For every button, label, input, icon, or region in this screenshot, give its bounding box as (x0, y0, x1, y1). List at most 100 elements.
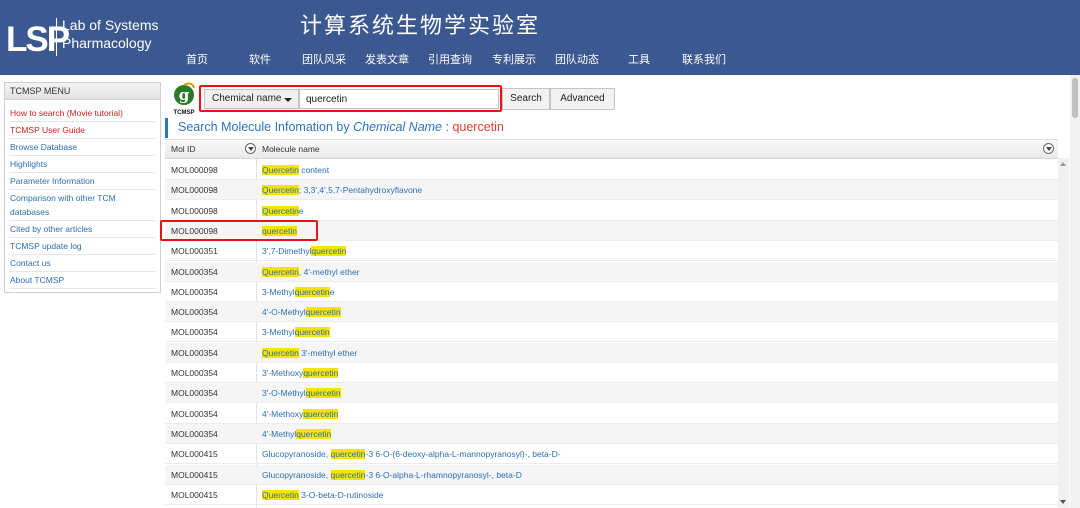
table-row: MOL000415 Quercetin 3-O-beta-D-rutinoside (165, 485, 1058, 505)
name-suffix: 3'-methyl ether (298, 347, 358, 358)
search-term-highlight: quercetin (330, 469, 366, 480)
search-term-highlight: quercetin (305, 388, 341, 399)
molecule-name-link[interactable]: quercetin (262, 225, 297, 236)
table-row: MOL000354 3-Methylquercetin (165, 322, 1058, 343)
search-field-select[interactable]: Chemical name (204, 89, 299, 109)
svg-text:g: g (179, 86, 190, 104)
table-row: MOL000351 3',7-Dimethylquercetin (165, 241, 1058, 262)
heading-field: Chemical Name (353, 120, 443, 134)
search-button[interactable]: Search (502, 88, 550, 110)
search-term-highlight: quercetin (303, 368, 339, 378)
menu-comparison-line2[interactable]: databases (10, 205, 49, 219)
nav-news[interactable]: 团队动态 (555, 51, 599, 67)
menu-divider (9, 254, 156, 255)
name-prefix: 3-Methyl (262, 286, 295, 297)
page-scrollbar-thumb[interactable] (1072, 78, 1078, 118)
name-suffix: ; 3,3',4',5,7-Pentahydroxyflavone (298, 185, 423, 196)
molecule-name-link[interactable]: Quercetin content (262, 165, 329, 175)
logo-text-line2: Pharmacology (62, 35, 152, 51)
menu-divider (9, 220, 156, 221)
menu-user-guide[interactable]: TCMSP User Guide (10, 123, 85, 137)
search-term-highlight: quercetin (262, 225, 297, 236)
search-term-highlight: Quercetin (262, 205, 299, 216)
search-term-highlight: quercetin (296, 428, 332, 439)
menu-update-log[interactable]: TCMSP update log (10, 239, 82, 253)
molecule-name-link[interactable]: Quercetin; 3,3',4',5,7-Pentahydroxyflavo… (262, 185, 423, 196)
search-term-highlight: quercetin (305, 307, 341, 318)
table-row: MOL000415 Glucopyranoside, quercetin-3 6-… (165, 464, 1058, 485)
table-row: MOL000098 Quercetin; 3,3',4',5,7-Pentahyd… (165, 180, 1058, 201)
mol-id-cell: MOL000098 (171, 205, 218, 216)
scroll-down-icon[interactable] (1060, 500, 1066, 504)
name-suffix: e (329, 286, 335, 297)
molecule-name-link[interactable]: 4'-Methoxyquercetin (262, 408, 339, 419)
table-row: MOL000354 Quercetin 3'-methyl ether (165, 342, 1058, 363)
molecule-name-link[interactable]: Quercetine (262, 205, 304, 216)
menu-highlights[interactable]: Highlights (10, 157, 47, 171)
molecule-name-link[interactable]: 3'-Methoxyquercetin (262, 368, 339, 378)
scroll-up-icon[interactable] (1060, 162, 1066, 166)
nav-home[interactable]: 首页 (186, 51, 208, 67)
mol-id-cell: MOL000354 (171, 347, 218, 358)
tcmsp-logo-icon[interactable]: g TCMSP (170, 82, 198, 116)
molecule-name-link[interactable]: Quercetin 3-O-beta-D-rutinoside (262, 489, 384, 500)
nav-tools[interactable]: 工具 (628, 51, 650, 67)
nav-contact[interactable]: 联系我们 (682, 51, 726, 67)
molecule-name-link[interactable]: Quercetin 3'-methyl ether (262, 347, 358, 358)
table-row: MOL000415 Glucopyranoside, quercetin-3 6-… (165, 444, 1058, 465)
nav-citations[interactable]: 引用查询 (428, 51, 472, 67)
molecule-name-link[interactable]: Quercetin, 4'-methyl ether (262, 266, 360, 277)
heading-accent (165, 118, 168, 138)
menu-browse-database[interactable]: Browse Database (10, 140, 77, 154)
page-scrollbar[interactable] (1070, 75, 1080, 508)
name-suffix: 3-O-beta-D-rutinoside (298, 489, 384, 500)
molecule-name-link[interactable]: 4'-O-Methylquercetin (262, 307, 341, 318)
menu-about[interactable]: About TCMSP (10, 273, 64, 287)
sort-icon[interactable] (245, 143, 256, 154)
table-row: MOL000098 quercetin (165, 220, 1058, 241)
molecule-name-link[interactable]: Glucopyranoside, quercetin-3 6-O-(6-deox… (262, 449, 561, 460)
menu-parameter-information[interactable]: Parameter Information (10, 174, 95, 188)
column-molecule-name[interactable]: Molecule name (262, 144, 320, 154)
name-prefix: 4'-Methyl (262, 428, 297, 439)
advanced-button[interactable]: Advanced (550, 88, 615, 110)
nav-patents[interactable]: 专利展示 (492, 51, 536, 67)
table-header: Mol ID Molecule name (165, 140, 1058, 159)
column-mol-id[interactable]: Mol ID (171, 144, 196, 154)
menu-cited-by[interactable]: Cited by other articles (10, 222, 92, 236)
menu-divider (9, 121, 156, 122)
molecule-name-link[interactable]: 3-Methylquercetine (262, 286, 335, 297)
mol-id-cell: MOL000098 (171, 185, 218, 196)
menu-how-to-search[interactable]: How to search (Movie tutorial) (10, 106, 123, 120)
molecule-name-link[interactable]: Glucopyranoside, quercetin-3 6-O-alpha-L… (262, 469, 522, 480)
molecule-name-link[interactable]: 3',7-Dimethylquercetin (262, 246, 347, 257)
nav-publications[interactable]: 发表文章 (365, 51, 409, 67)
name-suffix: , 4'-methyl ether (298, 266, 360, 277)
name-prefix: 3'-Methoxy (262, 368, 304, 378)
menu-contact-us[interactable]: Contact us (10, 256, 51, 270)
table-scrollbar[interactable] (1058, 158, 1069, 508)
mol-id-cell: MOL000354 (171, 368, 218, 378)
search-term-highlight: quercetin (311, 246, 347, 257)
search-term-highlight: quercetin (303, 408, 339, 419)
nav-team[interactable]: 团队风采 (302, 51, 346, 67)
name-prefix: 4'-Methoxy (262, 408, 304, 419)
menu-divider (9, 237, 156, 238)
molecule-name-link[interactable]: 3-Methylquercetin (262, 327, 330, 338)
menu-comparison[interactable]: Comparison with other TCM (10, 191, 116, 205)
nav-software[interactable]: 软件 (249, 51, 271, 67)
mol-id-cell: MOL000354 (171, 327, 218, 338)
molecule-name-link[interactable]: 3'-O-Methylquercetin (262, 388, 341, 399)
mol-id-cell: MOL000415 (171, 469, 218, 480)
name-suffix: content (298, 165, 330, 175)
table-row: MOL000354 4'-O-Methylquercetin (165, 302, 1058, 323)
mol-id-cell: MOL000415 (171, 449, 218, 460)
search-field-value: Chemical name (212, 93, 282, 104)
search-input[interactable] (299, 89, 499, 109)
lsp-logo[interactable]: LSP (6, 20, 70, 60)
mol-id-cell: MOL000098 (171, 225, 218, 236)
sort-icon[interactable] (1043, 143, 1054, 154)
menu-divider (9, 172, 156, 173)
molecule-name-link[interactable]: 4'-Methylquercetin (262, 428, 332, 439)
menu-divider (9, 155, 156, 156)
